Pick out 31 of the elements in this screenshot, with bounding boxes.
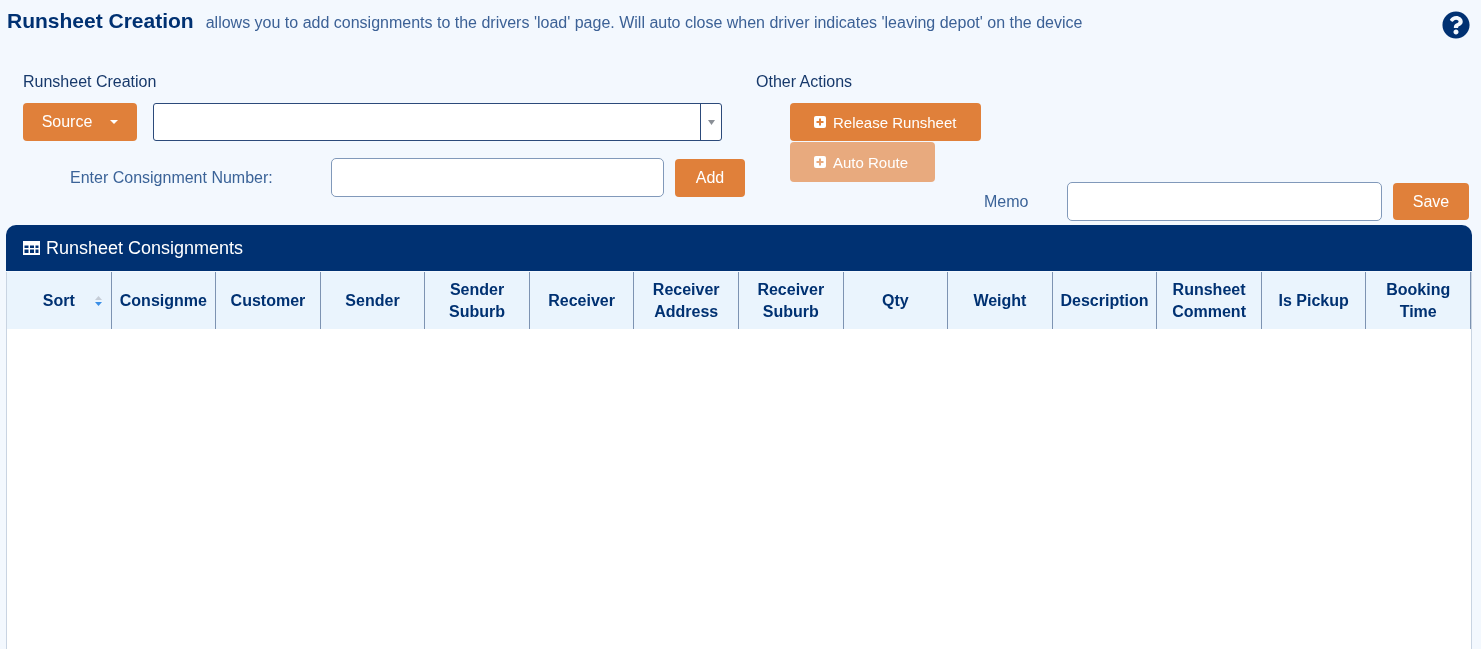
field-label: Enter Consignment Number: [70,168,274,187]
column-header[interactable]: Customer [216,272,321,329]
table-icon [23,241,40,255]
column-header[interactable]: Weight [948,272,1053,329]
column-header[interactable]: Consignme [111,272,217,329]
sort-icon[interactable] [94,296,102,306]
page-description: allows you to add consignments to the drivers 'load' page. Will auto close when driver indicates 'leaving depot' on the device [205,14,1083,32]
column-header[interactable]: Receiver Address [634,272,739,329]
column-header[interactable]: Is Pickup [1261,272,1367,329]
column-header[interactable]: Sender Suburb [425,272,530,329]
section-label: Runsheet Creation [23,73,157,91]
page-title: Runsheet Creation [7,9,194,33]
column-header[interactable]: Sender [320,272,426,329]
section-label: Other Actions [756,73,853,91]
source-select[interactable] [153,103,722,141]
column-header[interactable]: Receiver [529,272,635,329]
consignment-number-input[interactable] [331,158,664,197]
column-header[interactable]: Sort [7,272,112,329]
field-label: Memo [984,192,1030,211]
plus-square-icon [814,116,826,128]
caret-icon [110,120,119,124]
column-header[interactable]: Receiver Suburb [739,272,844,329]
memo-input[interactable] [1067,182,1382,221]
column-header[interactable]: Description [1052,272,1158,329]
panel-title: Runsheet Consignments [46,237,244,259]
dropdown-arrow-icon [707,119,715,125]
column-header[interactable]: Runsheet Comment [1157,272,1262,329]
column-header[interactable]: Qty [843,272,949,329]
help-icon[interactable] [1442,11,1470,39]
plus-square-icon [814,156,826,168]
column-header[interactable]: Booking Time [1366,272,1471,329]
